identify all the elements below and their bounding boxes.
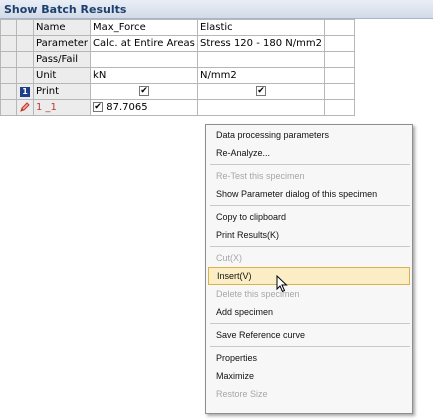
row-indicator: 1 (16, 83, 34, 100)
row-header-pass-fail: Pass/Fail (32, 51, 92, 68)
specimen-label[interactable]: 1 _1 (32, 99, 92, 116)
cell-empty[interactable] (323, 99, 355, 116)
cell-empty[interactable] (323, 35, 355, 52)
cell-name-elastic[interactable]: Elastic (197, 19, 325, 36)
menu-separator (210, 323, 410, 324)
cell-print-1[interactable]: ✔ (90, 83, 199, 100)
menu-item-insert[interactable]: Insert(V) (208, 267, 410, 285)
cell-unit-1[interactable]: kN (90, 67, 199, 84)
mouse-cursor-icon (276, 275, 288, 293)
edit-pencil-icon (20, 101, 30, 112)
row-header-parameter: Parameter (32, 35, 92, 52)
context-menu: Data processing parameters Re-Analyze...… (205, 124, 413, 414)
table-row-parameter: Parameter Calc. at Entire Areas Stress 1… (0, 35, 355, 52)
table-row-pass-fail: Pass/Fail (0, 51, 355, 68)
row-header-name: Name (32, 19, 92, 36)
cell-empty[interactable] (323, 51, 355, 68)
row-indicator (0, 35, 17, 52)
menu-separator (210, 246, 410, 247)
menu-item-restore-size[interactable]: Restore Size (206, 385, 412, 403)
cell-empty[interactable] (323, 19, 355, 36)
menu-item-print-results[interactable]: Print Results(K) (206, 226, 412, 244)
row-header-print: Print (32, 83, 92, 100)
row-indicator (16, 19, 34, 36)
max-force-value: 87.7065 (106, 101, 148, 113)
print-checkbox-1[interactable]: ✔ (139, 85, 150, 96)
menu-item-cut[interactable]: Cut(X) (206, 249, 412, 267)
cell-pass-fail-1[interactable] (90, 51, 199, 68)
menu-item-save-reference-curve[interactable]: Save Reference curve (206, 326, 412, 344)
table-row-print: 1 Print ✔ ✔ (0, 83, 355, 100)
row-indicator (16, 51, 34, 68)
cell-unit-2[interactable]: N/mm2 (197, 67, 325, 84)
menu-item-delete-specimen[interactable]: Delete this specimen (206, 285, 412, 303)
menu-separator (210, 346, 410, 347)
row-indicator (0, 67, 17, 84)
cell-parameter-1[interactable]: Calc. at Entire Areas (90, 35, 199, 52)
row-checkbox[interactable]: ✔ (93, 101, 104, 112)
row-indicator (0, 83, 17, 100)
row-indicator (0, 99, 17, 116)
results-table: Name Max_Force Elastic Parameter Calc. a… (0, 19, 355, 116)
cell-max-force-value[interactable]: ✔ 87.7065 (90, 99, 199, 116)
menu-item-properties[interactable]: Properties (206, 349, 412, 367)
row-header-unit: Unit (32, 67, 92, 84)
row-indicator (16, 35, 34, 52)
row-indicator (0, 19, 17, 36)
print-checkbox-2[interactable]: ✔ (256, 85, 266, 96)
cell-elastic-value[interactable] (197, 99, 325, 116)
row-indicator (0, 51, 17, 68)
table-row-unit: Unit kN N/mm2 (0, 67, 355, 84)
menu-item-show-parameter-dialog[interactable]: Show Parameter dialog of this specimen (206, 185, 412, 203)
cell-name-max-force[interactable]: Max_Force (90, 19, 199, 36)
menu-separator (210, 205, 410, 206)
menu-item-re-analyze[interactable]: Re-Analyze... (206, 144, 412, 162)
row-indicator-icon: 1 (20, 86, 30, 97)
row-indicator (16, 99, 34, 116)
table-row[interactable]: 1 _1 ✔ 87.7065 (0, 99, 355, 116)
cell-empty[interactable] (323, 83, 355, 100)
menu-item-copy-to-clipboard[interactable]: Copy to clipboard (206, 208, 412, 226)
cell-parameter-2[interactable]: Stress 120 - 180 N/mm2 (197, 35, 325, 52)
window-title: Show Batch Results (0, 0, 433, 19)
menu-separator (210, 164, 410, 165)
row-indicator (16, 67, 34, 84)
menu-item-re-test-specimen[interactable]: Re-Test this specimen (206, 167, 412, 185)
cell-pass-fail-2[interactable] (197, 51, 325, 68)
menu-item-data-processing-parameters[interactable]: Data processing parameters (206, 126, 412, 144)
table-row-name: Name Max_Force Elastic (0, 19, 355, 36)
menu-item-maximize[interactable]: Maximize (206, 367, 412, 385)
cell-print-2[interactable]: ✔ (197, 83, 325, 100)
menu-item-add-specimen[interactable]: Add specimen (206, 303, 412, 321)
cell-empty[interactable] (323, 67, 355, 84)
